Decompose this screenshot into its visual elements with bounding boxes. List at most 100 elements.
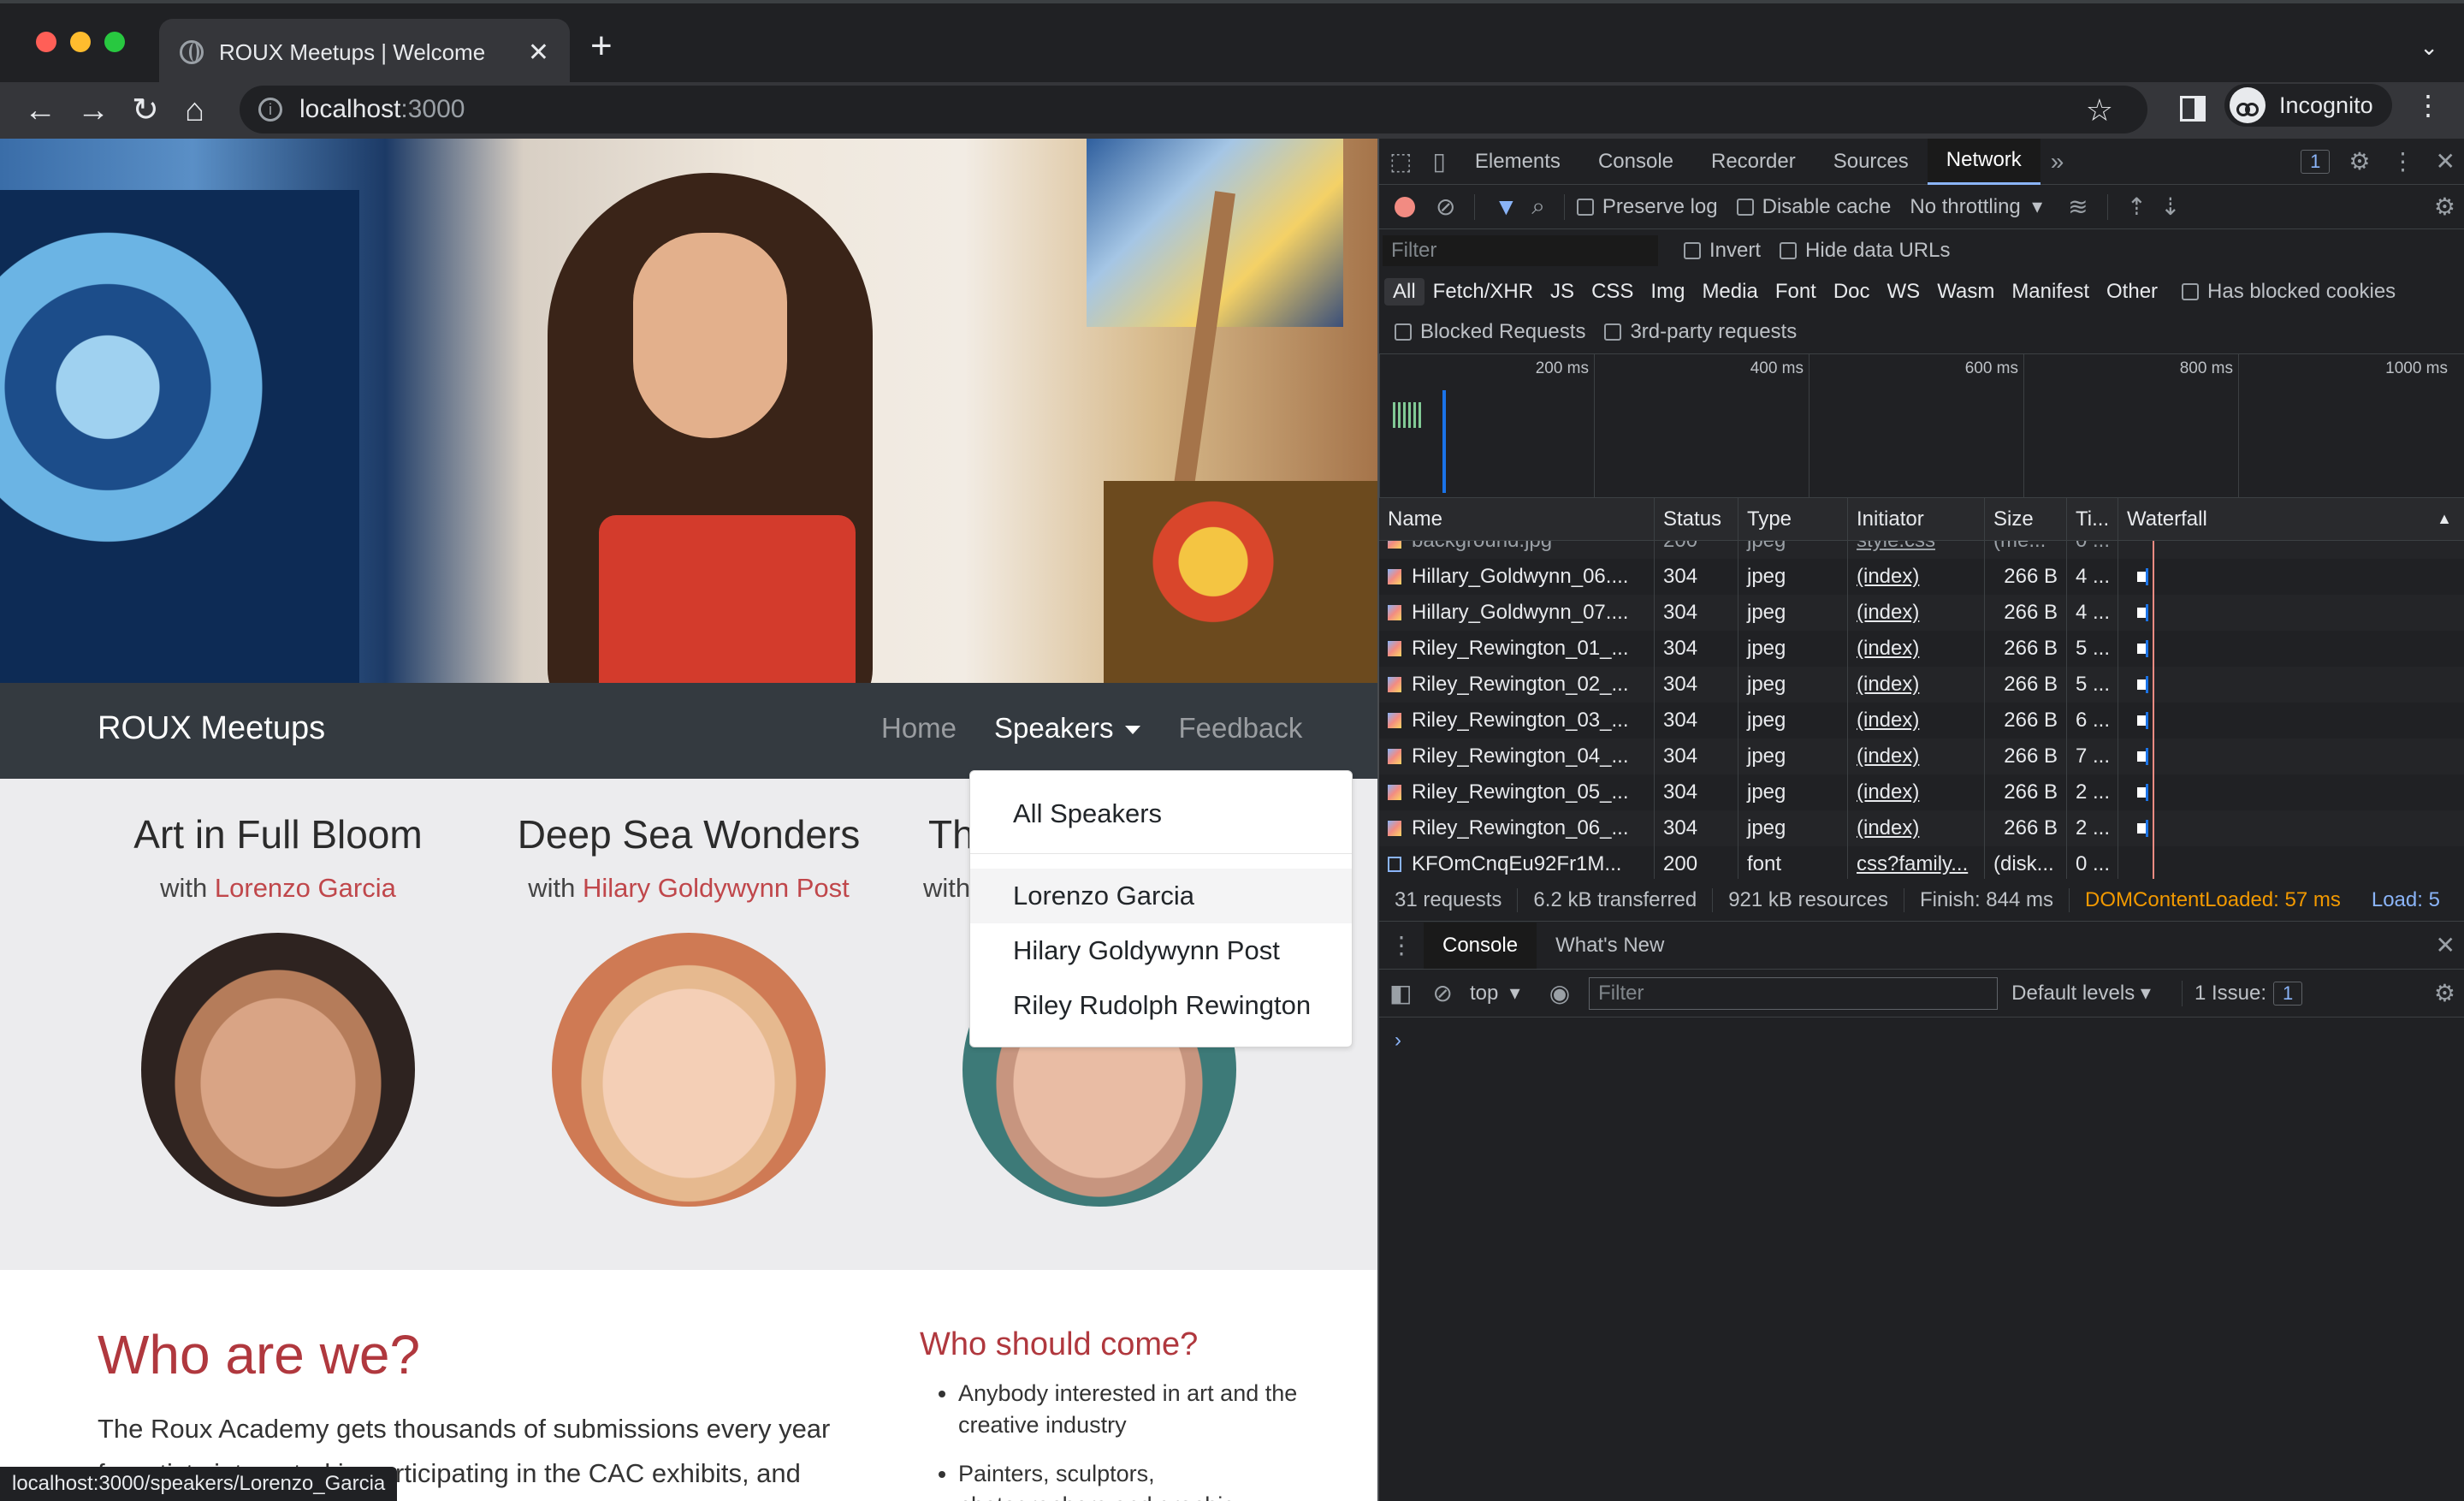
type-filter[interactable]: Fetch/XHR [1424,278,1542,306]
invert-checkbox[interactable]: Invert [1684,239,1761,263]
site-brand[interactable]: ROUX Meetups [98,710,325,747]
table-row[interactable]: Hillary_Goldwynn_07.... 304 jpeg (index)… [1379,595,2464,631]
issues-badge[interactable]: 1 [2301,149,2331,174]
cell-initiator[interactable]: css?family... [1848,846,1985,879]
speaker-portrait[interactable] [141,933,415,1207]
incognito-profile-button[interactable]: Incognito [2224,84,2392,127]
type-filter[interactable]: Wasm [1928,278,2003,306]
tab-recorder[interactable]: Recorder [1692,139,1815,185]
table-row[interactable]: background.jpg 200 jpeg style.css (me...… [1379,541,2464,559]
type-filter[interactable]: CSS [1583,278,1642,306]
dropdown-speaker-item[interactable]: Hilary Goldywynn Post [970,923,1352,978]
col-status[interactable]: Status [1655,497,1738,541]
nav-home-link[interactable]: Home [881,712,957,745]
type-filter[interactable]: Media [1693,278,1766,306]
col-waterfall[interactable]: Waterfall ▲ [2118,498,2464,541]
inspect-element-icon[interactable]: ⬚ [1379,147,1422,175]
disable-cache-checkbox[interactable]: Disable cache [1736,195,1891,219]
home-icon[interactable]: ⌂ [185,91,204,130]
type-filter-all[interactable]: All [1384,278,1424,306]
new-tab-button[interactable]: + [590,27,613,65]
bookmark-star-icon[interactable]: ☆ [2086,92,2113,128]
devtools-menu-icon[interactable]: ⋮ [2381,147,2426,175]
cell-initiator[interactable]: (index) [1848,667,1985,703]
cell-initiator[interactable]: style.css [1848,541,1985,559]
context-select[interactable]: top ▾ [1470,981,1520,1006]
close-devtools-icon[interactable]: ✕ [2426,147,2464,175]
table-row[interactable]: Riley_Rewington_03_... 304 jpeg (index) … [1379,703,2464,739]
network-conditions-icon[interactable]: ≋ [2061,193,2094,221]
dropdown-speaker-item[interactable]: Riley Rudolph Rewington [970,978,1352,1033]
blocked-requests-checkbox[interactable]: Blocked Requests [1395,320,1585,344]
log-levels-select[interactable]: Default levels ▾ [2011,981,2151,1006]
table-row[interactable]: Riley_Rewington_06_... 304 jpeg (index) … [1379,810,2464,846]
site-info-icon[interactable]: i [258,98,282,122]
table-row[interactable]: Riley_Rewington_02_... 304 jpeg (index) … [1379,667,2464,703]
live-expression-eye-icon[interactable]: ◉ [1539,979,1580,1007]
speaker-portrait[interactable] [552,933,826,1207]
dropdown-speaker-item[interactable]: Lorenzo Garcia [970,869,1352,923]
forward-arrow-icon[interactable]: → [77,91,110,130]
tab-console[interactable]: Console [1579,139,1692,185]
table-row[interactable]: Riley_Rewington_05_... 304 jpeg (index) … [1379,774,2464,810]
col-initiator[interactable]: Initiator [1848,497,1985,541]
preserve-log-checkbox[interactable]: Preserve log [1576,195,1718,219]
clear-console-icon[interactable]: ⊘ [1422,979,1462,1007]
network-filter-input[interactable]: Filter [1383,235,1658,266]
table-row[interactable]: KFOmCnqEu92Fr1M... 200 font css?family..… [1379,846,2464,879]
speaker-name-link[interactable]: Lorenzo Garcia [215,873,396,903]
col-time[interactable]: Ti... [2067,497,2118,541]
cell-initiator[interactable]: (index) [1848,595,1985,631]
type-filter[interactable]: Other [2098,278,2166,306]
close-tab-icon[interactable]: ✕ [528,38,549,68]
type-filter[interactable]: JS [1542,278,1583,306]
import-har-icon[interactable]: ⇡ [2120,193,2153,221]
side-panel-icon[interactable] [2180,96,2206,122]
has-blocked-cookies-checkbox[interactable]: Has blocked cookies [2182,280,2396,304]
more-tabs-icon[interactable]: » [2040,148,2075,175]
console-sidebar-icon[interactable]: ◧ [1379,979,1422,1007]
minimize-window-button[interactable] [70,32,91,52]
search-icon[interactable]: ⌕ [1525,193,1552,221]
settings-gear-icon[interactable]: ⚙ [2338,147,2380,175]
drawer-tab-console[interactable]: Console [1424,922,1537,969]
drawer-tab-whats-new[interactable]: What's New [1537,923,1683,969]
col-size[interactable]: Size [1985,497,2067,541]
export-har-icon[interactable]: ⇣ [2153,193,2187,221]
console-filter-input[interactable]: Filter [1589,976,1999,1010]
nav-speakers-toggle[interactable]: Speakers [994,712,1141,745]
hide-data-urls-checkbox[interactable]: Hide data URLs [1780,239,1950,263]
close-drawer-icon[interactable]: ✕ [2426,931,2464,959]
third-party-checkbox[interactable]: 3rd-party requests [1604,320,1797,344]
device-toolbar-icon[interactable]: ▯ [1422,147,1455,175]
network-settings-icon[interactable]: ⚙ [2424,193,2464,221]
nav-feedback-link[interactable]: Feedback [1178,712,1302,745]
tab-search-chevron-icon[interactable]: ⌄ [2420,34,2438,61]
throttling-select[interactable]: No throttling ▾ [1910,194,2042,219]
console-settings-icon[interactable]: ⚙ [2424,979,2464,1007]
type-filter[interactable]: WS [1879,278,1929,306]
type-filter[interactable]: Font [1767,278,1825,306]
maximize-window-button[interactable] [104,32,125,52]
type-filter[interactable]: Img [1642,278,1693,306]
cell-initiator[interactable]: (index) [1848,631,1985,667]
browser-tab[interactable]: ROUX Meetups | Welcome ✕ [159,19,570,86]
cell-initiator[interactable]: (index) [1848,810,1985,846]
table-row[interactable]: Hillary_Goldwynn_06.... 304 jpeg (index)… [1379,559,2464,595]
cell-initiator[interactable]: (index) [1848,703,1985,739]
filter-funnel-icon[interactable]: ▼ [1487,193,1525,221]
tab-elements[interactable]: Elements [1456,139,1579,185]
type-filter[interactable]: Doc [1825,278,1879,306]
reload-icon[interactable]: ↻ [132,91,159,130]
back-arrow-icon[interactable]: ← [24,91,56,130]
console-issues-button[interactable]: 1 Issue: 1 [2194,981,2303,1006]
table-row[interactable]: Riley_Rewington_01_... 304 jpeg (index) … [1379,631,2464,667]
close-window-button[interactable] [36,32,56,52]
speaker-name-link[interactable]: Hilary Goldywynn Post [583,873,850,903]
tab-network[interactable]: Network [1927,138,2040,185]
console-prompt-chevron-icon[interactable]: › [1395,1029,1401,1053]
address-bar[interactable]: i localhost:3000 ☆ [240,86,2147,133]
table-row[interactable]: Riley_Rewington_04_... 304 jpeg (index) … [1379,739,2464,774]
col-type[interactable]: Type [1738,497,1848,541]
col-name[interactable]: Name [1379,497,1655,541]
